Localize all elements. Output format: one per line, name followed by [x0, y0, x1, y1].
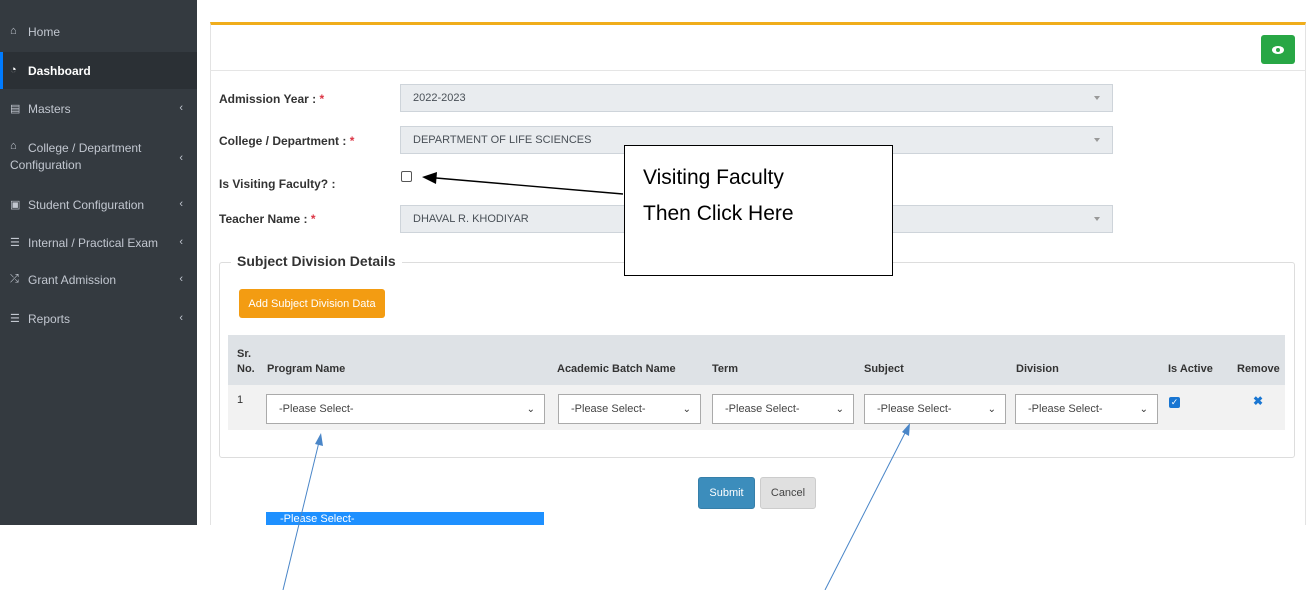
college-department-value: DEPARTMENT OF LIFE SCIENCES	[413, 134, 592, 146]
sidebar-item-label: Dashboard	[28, 64, 91, 78]
college-label-text: College / Department :	[219, 134, 347, 148]
sidebar-item-reports[interactable]: ☰ Reports ‹	[0, 312, 197, 332]
division-value: -Please Select-	[1028, 403, 1103, 415]
column-header-sr: Sr.	[237, 348, 252, 360]
sidebar-item-home[interactable]: ⌂ Home	[0, 25, 197, 45]
list-icon: ☰	[10, 237, 20, 249]
home-icon: ⌂	[10, 25, 17, 37]
program-name-value: -Please Select-	[279, 403, 354, 415]
term-select[interactable]: -Please Select- ⌄	[712, 394, 854, 424]
academic-batch-value: -Please Select-	[571, 403, 646, 415]
sidebar-item-grant-admission[interactable]: ⤮ Grant Admission ‹	[0, 273, 197, 293]
teacher-label-text: Teacher Name :	[219, 212, 308, 226]
subject-division-legend: Subject Division Details	[231, 253, 402, 269]
id-card-icon: ▣	[10, 199, 21, 211]
column-header-program-name: Program Name	[267, 363, 346, 375]
subject-value: -Please Select-	[877, 403, 952, 415]
chevron-down-icon: ⌄	[526, 404, 535, 415]
sidebar-item-label: Internal / Practical Exam	[28, 236, 159, 250]
chevron-down-icon: ⌄	[835, 404, 844, 415]
sidebar-item-label: Masters	[28, 102, 71, 116]
cancel-button[interactable]: Cancel	[760, 477, 816, 509]
chevron-down-icon: ⌄	[987, 404, 996, 415]
sidebar-item-label: Student Configuration	[28, 198, 145, 212]
admission-year-select[interactable]: 2022-2023	[400, 84, 1113, 112]
shuffle-icon: ⤮	[10, 273, 19, 285]
sidebar-item-student-configuration[interactable]: ▣ Student Configuration ‹	[0, 198, 197, 218]
sidebar-item-dashboard[interactable]: ◔ Dashboard	[0, 52, 197, 89]
academic-batch-select[interactable]: -Please Select- ⌄	[558, 394, 701, 424]
caret-down-icon	[1094, 217, 1100, 221]
column-header-term: Term	[712, 363, 739, 375]
admission-year-label: Admission Year : *	[219, 92, 324, 106]
sidebar-item-label: Reports	[28, 312, 71, 326]
caret-down-icon	[1094, 138, 1100, 142]
remove-row-icon[interactable]: ✖	[1253, 394, 1263, 408]
is-active-checkbox[interactable]: ✓	[1169, 397, 1180, 408]
card-header-divider	[210, 70, 1306, 71]
chevron-down-icon: ⌄	[682, 404, 691, 415]
chevron-down-icon: ⌄	[1139, 404, 1148, 415]
list-icon: ☰	[10, 313, 20, 325]
term-value: -Please Select-	[725, 403, 800, 415]
sidebar-item-label: Home	[28, 25, 61, 39]
column-header-division: Division	[1016, 363, 1059, 375]
annotation-callout: Visiting Faculty Then Click Here	[624, 145, 893, 276]
required-mark: *	[319, 92, 325, 106]
column-header-no: No.	[237, 363, 255, 375]
dropdown-option-highlighted[interactable]: -Please Select-	[266, 512, 544, 525]
teacher-name-value: DHAVAL R. KHODIYAR	[413, 213, 529, 225]
caret-down-icon	[1094, 96, 1100, 100]
required-mark: *	[349, 134, 355, 148]
eye-icon	[1272, 45, 1284, 54]
sidebar-item-college-department-configuration[interactable]: ⌂ College / Department Configuration ‹	[0, 140, 197, 176]
chevron-left-icon: ‹	[179, 198, 183, 210]
admission-year-value: 2022-2023	[413, 92, 466, 104]
submit-button[interactable]: Submit	[698, 477, 755, 509]
admission-year-label-text: Admission Year :	[219, 92, 317, 106]
college-department-label: College / Department : *	[219, 134, 354, 148]
column-header-subject: Subject	[864, 363, 904, 375]
table-header	[228, 335, 1285, 385]
chevron-left-icon: ‹	[179, 236, 183, 248]
row-number: 1	[237, 394, 244, 406]
subject-select[interactable]: -Please Select- ⌄	[864, 394, 1006, 424]
teacher-name-label: Teacher Name : *	[219, 212, 316, 226]
required-mark: *	[310, 212, 316, 226]
visiting-faculty-checkbox[interactable]	[401, 171, 412, 182]
column-header-remove: Remove	[1237, 363, 1280, 375]
sidebar-item-label: College / Department Configuration	[10, 141, 142, 172]
chevron-left-icon: ‹	[179, 273, 183, 285]
add-subject-division-button[interactable]: Add Subject Division Data	[239, 289, 385, 318]
sidebar-item-internal-practical-exam[interactable]: ☰ Internal / Practical Exam ‹	[0, 236, 197, 256]
callout-line-2: Then Click Here	[643, 202, 794, 225]
view-button[interactable]	[1261, 35, 1295, 64]
sidebar-item-label: Grant Admission	[28, 273, 117, 287]
chevron-left-icon: ‹	[179, 102, 183, 114]
sidebar: ⌂ Home ◔ Dashboard ▤ Masters ‹ ⌂ College…	[0, 0, 197, 525]
book-icon: ▤	[10, 103, 21, 115]
dashboard-icon: ◔	[10, 64, 17, 76]
callout-line-1: Visiting Faculty	[643, 166, 784, 189]
chevron-left-icon: ‹	[179, 312, 183, 324]
visiting-faculty-label: Is Visiting Faculty? :	[219, 177, 336, 191]
sidebar-item-masters[interactable]: ▤ Masters ‹	[0, 102, 197, 122]
column-header-is-active: Is Active	[1168, 363, 1213, 375]
division-select[interactable]: -Please Select- ⌄	[1015, 394, 1158, 424]
program-name-select[interactable]: -Please Select- ⌄	[266, 394, 545, 424]
column-header-academic-batch-name: Academic Batch Name	[557, 363, 676, 375]
chevron-left-icon: ‹	[179, 152, 183, 164]
